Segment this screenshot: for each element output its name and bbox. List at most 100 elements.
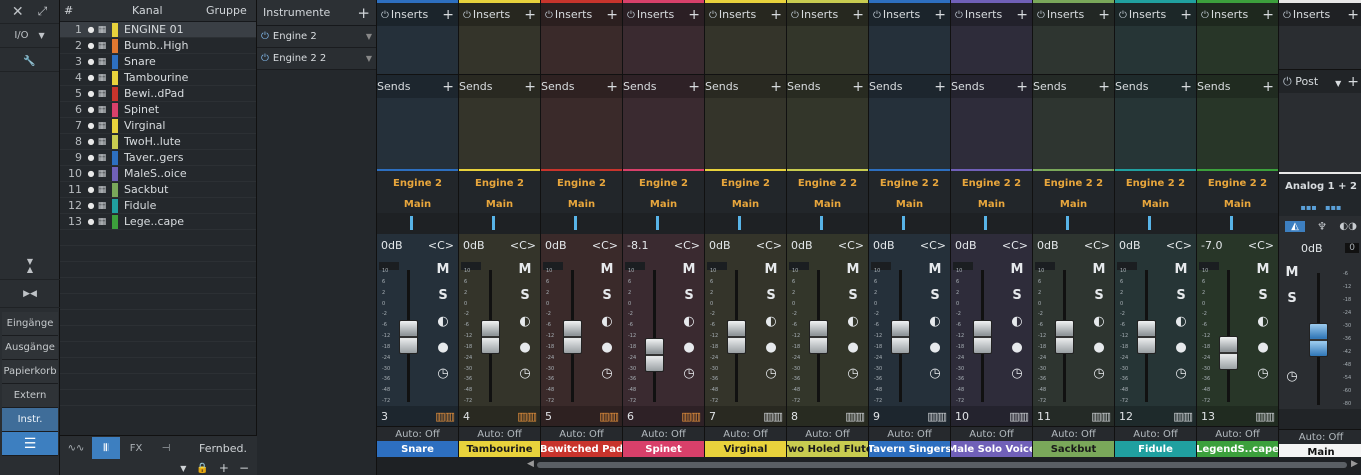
power-icon[interactable]: ⏻ xyxy=(1283,75,1292,88)
timer-icon[interactable]: ◷ xyxy=(760,360,782,386)
channel-name[interactable]: Male Solo Voice xyxy=(951,441,1032,458)
metronome-icon[interactable]: ◭ xyxy=(1285,221,1305,232)
add-insert-icon[interactable]: + xyxy=(688,7,700,23)
color-swatch[interactable] xyxy=(112,70,118,85)
record-icon[interactable]: ● xyxy=(1170,334,1192,360)
volume-fader[interactable] xyxy=(399,319,418,354)
timer-icon[interactable]: ◷ xyxy=(842,360,864,386)
sends-area[interactable] xyxy=(1197,98,1278,169)
pan-value[interactable]: <C> xyxy=(1166,239,1192,252)
channel-row[interactable]: 7 ● ▦ Virginal xyxy=(60,118,256,134)
solo-button[interactable]: S xyxy=(1170,282,1192,308)
inserts-header[interactable]: ⏻ Inserts + xyxy=(377,3,458,26)
pan-value[interactable]: <C> xyxy=(1084,239,1110,252)
automation-mode[interactable]: Auto: Off xyxy=(541,426,622,441)
add-send-icon[interactable]: + xyxy=(524,79,536,95)
output-destination[interactable]: Main xyxy=(1115,195,1196,213)
inserts-area[interactable] xyxy=(377,26,458,74)
sends-area[interactable] xyxy=(787,98,868,169)
monitor-icon[interactable]: ◐ xyxy=(1170,308,1192,334)
mute-button[interactable]: M xyxy=(1281,259,1303,285)
add-send-icon[interactable]: + xyxy=(852,79,864,95)
monitor-icon[interactable]: ◐ xyxy=(514,308,536,334)
solo-button[interactable]: S xyxy=(678,282,700,308)
automation-mode[interactable]: Auto: Off xyxy=(869,426,950,441)
solo-button[interactable]: S xyxy=(1281,285,1303,311)
automation-mode[interactable]: Auto: Off xyxy=(705,426,786,441)
color-swatch[interactable] xyxy=(112,166,118,181)
pan-value[interactable]: <C> xyxy=(1002,239,1028,252)
power-icon[interactable]: ⏻ xyxy=(791,10,799,21)
color-swatch[interactable] xyxy=(112,134,118,149)
power-icon[interactable]: ⏻ xyxy=(261,31,269,42)
color-swatch[interactable] xyxy=(112,182,118,197)
channel-row[interactable]: 4 ● ▦ Tambourine xyxy=(60,70,256,86)
solo-button[interactable]: S xyxy=(1252,282,1274,308)
record-icon[interactable]: ● xyxy=(514,334,536,360)
trash-button[interactable]: Papierkorb xyxy=(2,360,58,384)
pan-value[interactable]: <C> xyxy=(838,239,864,252)
add-send-icon[interactable]: + xyxy=(442,79,454,95)
mute-button[interactable]: M xyxy=(1088,256,1110,282)
volume-value[interactable]: 0dB xyxy=(791,239,813,252)
output-destination[interactable]: Main xyxy=(951,195,1032,213)
automation-mode[interactable]: Auto: Off xyxy=(623,426,704,441)
automation-mode[interactable]: Auto: Off xyxy=(1115,426,1196,441)
timer-icon[interactable]: ◷ xyxy=(678,360,700,386)
solo-button[interactable]: S xyxy=(514,282,536,308)
inserts-header[interactable]: ⏻ Inserts + xyxy=(869,3,950,26)
pan-slider[interactable] xyxy=(1197,213,1278,234)
channel-name[interactable]: Snare xyxy=(377,441,458,458)
tab-instruments[interactable]: 𝄃𝄃 xyxy=(92,437,120,459)
pan-value[interactable]: <C> xyxy=(1248,239,1274,252)
inserts-area[interactable] xyxy=(1279,26,1361,69)
automation-mode[interactable]: Auto: Off xyxy=(1197,426,1278,441)
keyboard-icon[interactable]: ▥▥ xyxy=(435,410,455,423)
output-destination[interactable]: Main xyxy=(787,195,868,213)
horizontal-scrollbar[interactable]: ◀ ▶ xyxy=(377,457,1361,475)
power-icon[interactable]: ⏻ xyxy=(381,10,389,21)
input-source[interactable]: Engine 2 xyxy=(459,171,540,195)
scroll-right-icon[interactable]: ▶ xyxy=(1351,459,1358,469)
channel-row[interactable]: 10 ● ▦ MaleS..oice xyxy=(60,166,256,182)
post-header[interactable]: ⏻ Post ▼ + xyxy=(1279,69,1361,93)
volume-fader[interactable] xyxy=(1055,319,1074,354)
volume-value[interactable]: 0dB xyxy=(955,239,977,252)
power-icon[interactable]: ⏻ xyxy=(261,53,269,64)
dropdown-icon[interactable]: ▼ xyxy=(366,32,372,41)
volume-fader[interactable] xyxy=(645,338,664,373)
volume-fader[interactable] xyxy=(481,319,500,354)
keyboard-icon[interactable]: ▥▥ xyxy=(927,410,947,423)
visibility-dot-icon[interactable]: ● xyxy=(86,57,96,66)
output-destination[interactable]: Main xyxy=(705,195,786,213)
add-insert-icon[interactable]: + xyxy=(852,7,864,23)
add-insert-icon[interactable]: + xyxy=(442,7,454,23)
toggle-icon[interactable]: ◐◑ xyxy=(1339,221,1356,232)
solo-button[interactable]: S xyxy=(1006,282,1028,308)
add-post-icon[interactable]: + xyxy=(1347,74,1359,90)
solo-button[interactable]: S xyxy=(760,282,782,308)
monitor-icon[interactable]: ◐ xyxy=(924,308,946,334)
volume-fader[interactable] xyxy=(1219,336,1238,370)
pan-value[interactable]: <C> xyxy=(510,239,536,252)
visibility-dot-icon[interactable]: ● xyxy=(86,41,96,50)
add-send-icon[interactable]: + xyxy=(606,79,618,95)
record-icon[interactable]: ● xyxy=(596,334,618,360)
power-icon[interactable]: ⏻ xyxy=(545,10,553,21)
pan-slider[interactable] xyxy=(377,213,458,234)
automation-mode[interactable]: Auto: Off xyxy=(459,426,540,441)
collapse-vertical-button[interactable]: ▼ ▲ xyxy=(0,252,60,280)
pan-slider[interactable] xyxy=(869,213,950,234)
inserts-area[interactable] xyxy=(541,26,622,74)
mute-button[interactable]: M xyxy=(678,256,700,282)
power-icon[interactable]: ⏻ xyxy=(1201,10,1209,21)
add-send-icon[interactable]: + xyxy=(1016,79,1028,95)
wrench-row[interactable]: 🔧 xyxy=(0,52,59,72)
power-icon[interactable]: ⏻ xyxy=(1119,10,1127,21)
channel-row[interactable]: 3 ● ▦ Snare xyxy=(60,54,256,70)
record-icon[interactable]: ● xyxy=(1252,334,1274,360)
keyboard-icon[interactable]: ▥▥ xyxy=(1091,410,1111,423)
channel-row[interactable]: 2 ● ▦ Bumb..High xyxy=(60,38,256,54)
add-insert-icon[interactable]: + xyxy=(1347,7,1359,23)
tab-routing[interactable]: ⊣ xyxy=(152,437,180,459)
